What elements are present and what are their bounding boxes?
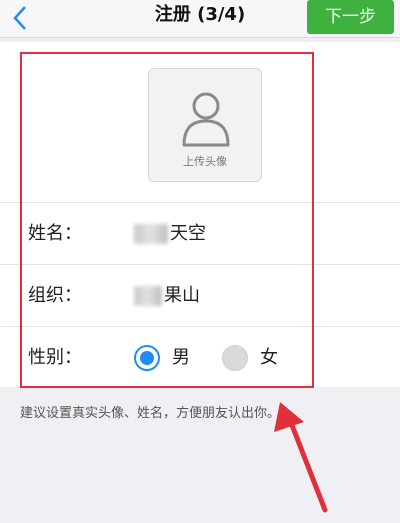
- next-step-button[interactable]: 下一步: [307, 0, 394, 34]
- gender-row: 性别： 男 女: [0, 326, 400, 388]
- person-icon: [182, 92, 230, 147]
- organization-row[interactable]: 组织： 果山: [0, 264, 400, 326]
- organization-value[interactable]: 果山: [134, 265, 200, 327]
- blurred-text: [134, 224, 168, 244]
- gender-male-radio[interactable]: [134, 345, 160, 371]
- upload-avatar-button[interactable]: 上传头像: [148, 68, 262, 182]
- name-label: 姓名：: [28, 223, 82, 244]
- name-row[interactable]: 姓名： 天空: [0, 202, 400, 264]
- blurred-text: [134, 286, 162, 306]
- avatar-section: 上传头像: [0, 42, 400, 200]
- back-button[interactable]: [10, 4, 32, 32]
- name-value[interactable]: 天空: [134, 203, 206, 265]
- upload-avatar-label: 上传头像: [183, 155, 227, 168]
- organization-label: 组织：: [28, 285, 82, 306]
- navigation-bar: 注册 (3/4) 下一步: [0, 0, 400, 38]
- chevron-left-icon: [13, 6, 26, 30]
- gender-male-label[interactable]: 男: [172, 327, 190, 389]
- registration-form: 上传头像 姓名： 天空 组织： 果山 性别： 男 女: [0, 42, 400, 387]
- annotation-arrow-icon: [274, 402, 328, 513]
- gender-female-radio[interactable]: [222, 345, 248, 371]
- gender-female-label[interactable]: 女: [260, 327, 278, 389]
- gender-label: 性别：: [28, 347, 82, 368]
